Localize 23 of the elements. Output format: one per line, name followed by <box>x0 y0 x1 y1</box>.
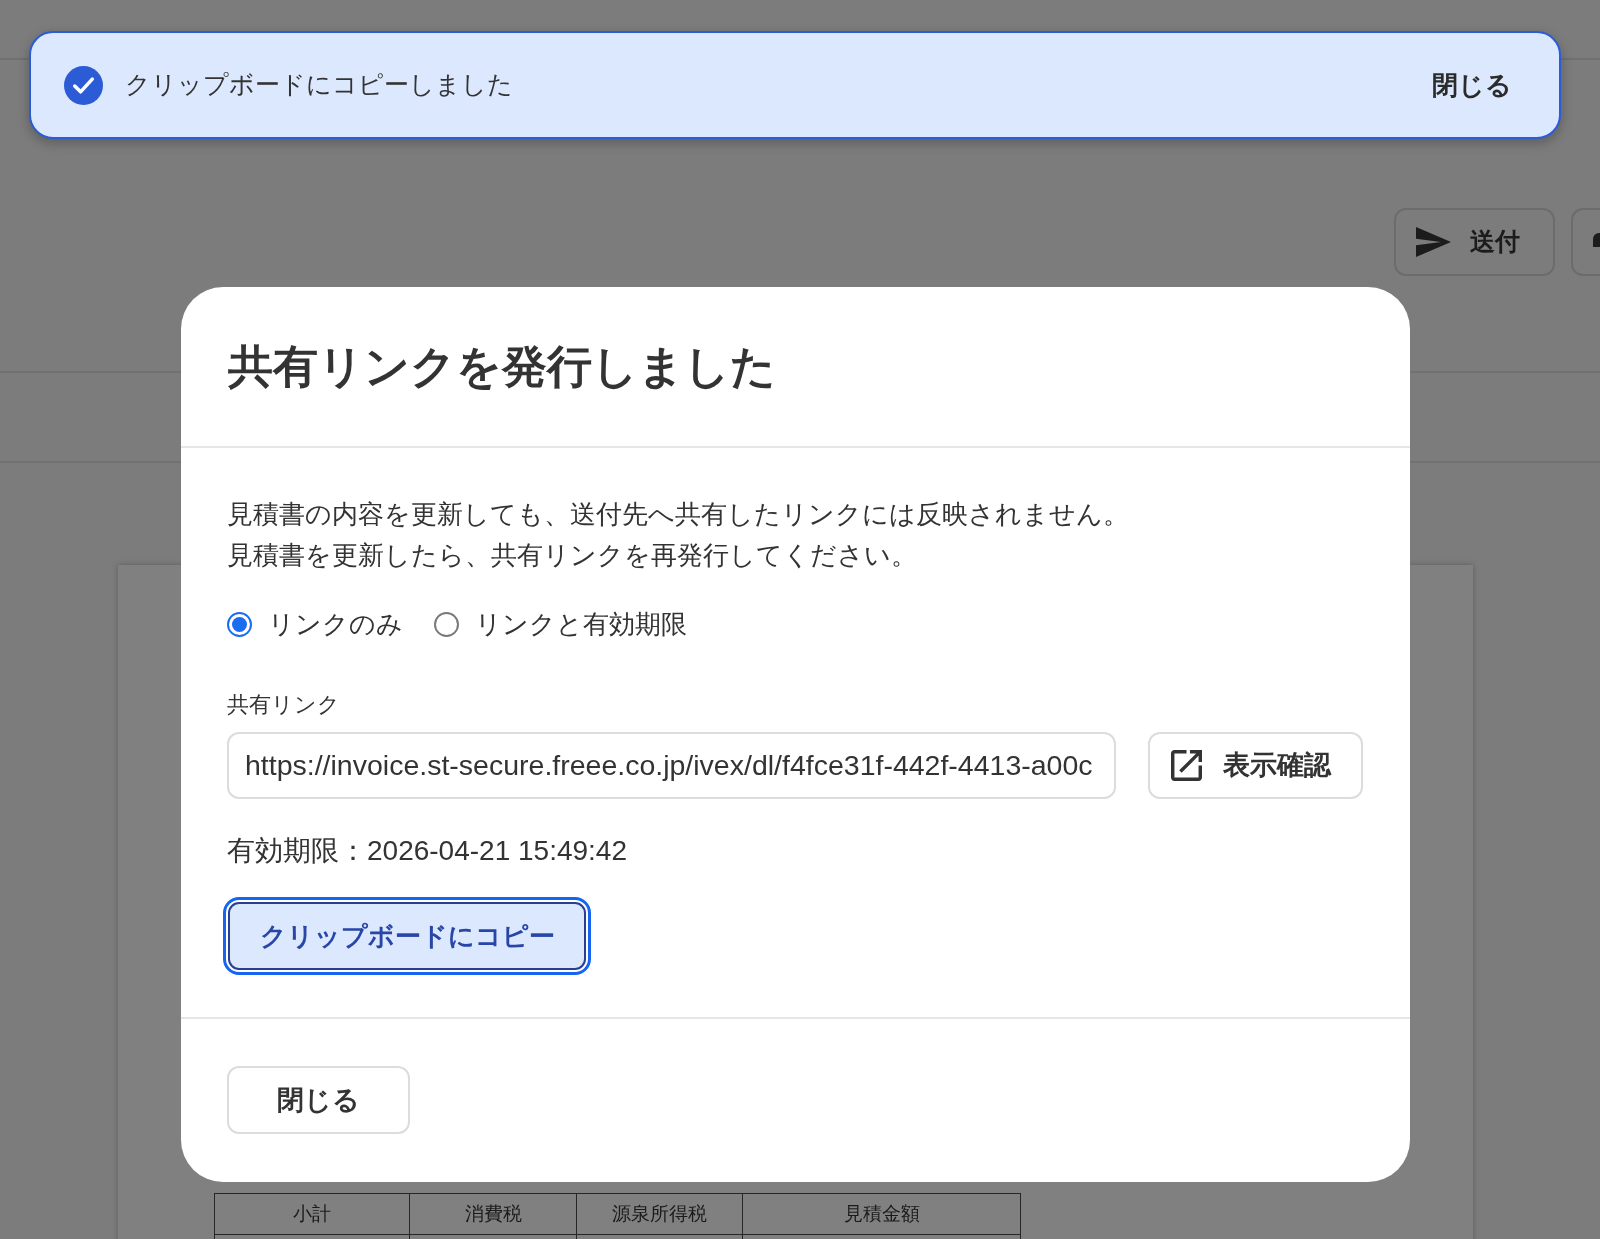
radio-option[interactable]: リンクと有効期限 <box>434 606 687 642</box>
preview-button[interactable]: 表示確認 <box>1148 732 1363 799</box>
expiry-text: 有効期限：2026-04-21 15:49:42 <box>227 834 627 868</box>
partial-icon <box>1593 233 1600 247</box>
radio-option[interactable]: リンクのみ <box>227 606 403 642</box>
dialog-title: 共有リンクを発行しました <box>228 339 776 394</box>
send-icon <box>1416 227 1451 257</box>
toast-close-button[interactable]: 閉じる <box>1432 65 1512 105</box>
field-label: 共有リンク <box>227 691 340 719</box>
description-text: 見積書の内容を更新しても、送付先へ共有したリンクには反映されません。 <box>227 498 1129 531</box>
description-text: 見積書を更新したら、共有リンクを再発行してください。 <box>227 539 917 572</box>
toolbar-button[interactable] <box>1571 208 1600 276</box>
check-circle-icon <box>64 65 103 105</box>
toast-message: クリップボードにコピーしました <box>125 69 513 101</box>
close-button[interactable]: 閉じる <box>227 1066 410 1134</box>
send-button[interactable]: 送付 <box>1394 208 1555 276</box>
table-header-cell: 見積金額 <box>742 1193 1021 1235</box>
external-link-icon <box>1171 750 1202 781</box>
table-header-cell: 源泉所得税 <box>576 1193 743 1235</box>
table-header-cell: 小計 <box>214 1193 410 1235</box>
table-header-cell: 消費税 <box>409 1193 577 1235</box>
link-field[interactable]: https://invoice.st-secure.freee.co.jp/ivex/dl/f4fce31f-442f-4413-a00c <box>227 732 1116 799</box>
copy-button[interactable]: クリップボードにコピー <box>223 897 591 975</box>
